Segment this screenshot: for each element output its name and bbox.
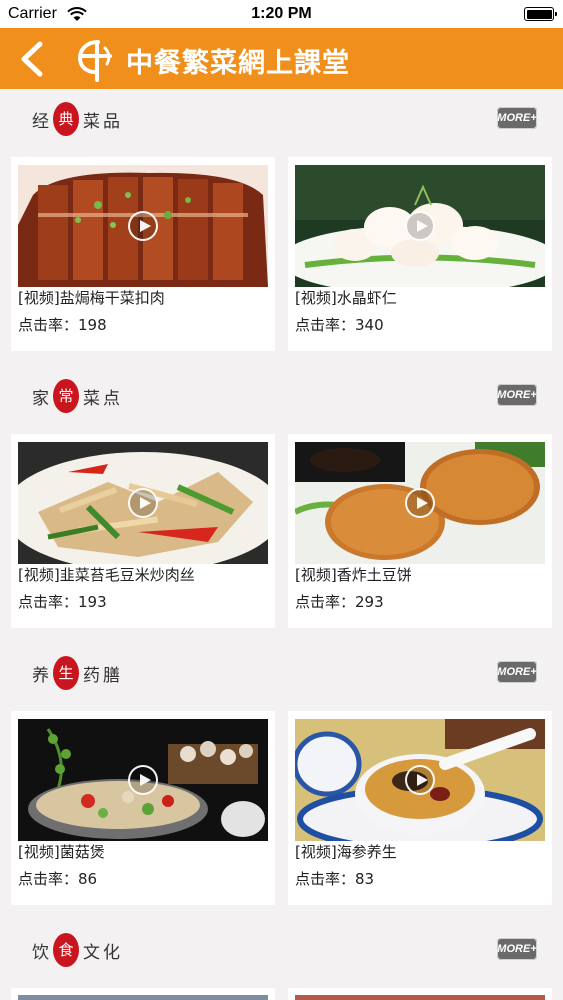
section-title-char: 菜 <box>83 111 100 132</box>
video-card[interactable] <box>11 988 275 1000</box>
nav-bar: 中餐繁菜網上課堂 <box>0 28 563 89</box>
view-count: 点击率：198 <box>18 316 107 334</box>
section-title-highlight: 生 <box>53 656 79 690</box>
video-card[interactable]: [视频]韭菜苔毛豆米炒肉丝 点击率：193 <box>11 434 275 628</box>
video-thumbnail <box>295 995 545 1000</box>
section-title-char: 家 <box>32 388 49 409</box>
video-thumbnail <box>18 995 268 1000</box>
play-icon <box>128 211 158 241</box>
section-title: 养 生 药 膳 <box>32 656 123 690</box>
video-thumbnail <box>18 442 268 564</box>
play-icon <box>405 765 435 795</box>
section-title-highlight: 典 <box>53 102 79 136</box>
logo-icon <box>77 40 112 82</box>
section-title-char: 膳 <box>103 665 120 686</box>
section-title-char: 药 <box>83 665 100 686</box>
section-title-char: 品 <box>103 111 120 132</box>
section-title-char: 点 <box>103 388 120 409</box>
video-card[interactable] <box>288 988 552 1000</box>
more-button[interactable]: MORE+ <box>497 938 537 960</box>
section-header-home: 家 常 菜 点 MORE+ <box>0 366 563 426</box>
video-thumbnail <box>295 442 545 564</box>
view-count: 点击率：293 <box>295 593 384 611</box>
video-thumbnail <box>295 719 545 841</box>
video-card[interactable]: [视频]香炸土豆饼 点击率：293 <box>288 434 552 628</box>
more-button[interactable]: MORE+ <box>497 384 537 406</box>
section-header-classic: 经 典 菜 品 MORE+ <box>0 89 563 149</box>
status-bar: Carrier 1:20 PM <box>0 0 563 28</box>
video-title: [视频]韭菜苔毛豆米炒肉丝 <box>18 566 195 584</box>
play-icon <box>128 488 158 518</box>
section-title-char: 饮 <box>32 942 49 963</box>
section-title-highlight: 常 <box>53 379 79 413</box>
page-title: 中餐繁菜網上課堂 <box>126 48 350 79</box>
clock: 1:20 PM <box>251 5 312 22</box>
section-title-char: 经 <box>32 111 49 132</box>
video-card[interactable]: [视频]盐焗梅干菜扣肉 点击率：198 <box>11 157 275 351</box>
video-card[interactable]: [视频]水晶虾仁 点击率：340 <box>288 157 552 351</box>
video-title: [视频]盐焗梅干菜扣肉 <box>18 289 165 307</box>
section-header-health: 养 生 药 膳 MORE+ <box>0 643 563 703</box>
section-title-char: 化 <box>103 942 120 963</box>
more-button[interactable]: MORE+ <box>497 107 537 129</box>
view-count: 点击率：86 <box>18 870 98 888</box>
section-title: 家 常 菜 点 <box>32 379 123 413</box>
view-count: 点击率：193 <box>18 593 107 611</box>
video-title: [视频]香炸土豆饼 <box>295 566 412 584</box>
video-card[interactable]: [视频]菌菇煲 点击率：86 <box>11 711 275 905</box>
battery-icon <box>524 7 557 21</box>
play-icon <box>128 765 158 795</box>
section-title-char: 养 <box>32 665 49 686</box>
view-count: 点击率：83 <box>295 870 375 888</box>
view-count: 点击率：340 <box>295 316 384 334</box>
video-thumbnail <box>295 165 545 287</box>
section-title: 饮 食 文 化 <box>32 933 123 967</box>
video-title: [视频]海参养生 <box>295 843 397 861</box>
video-card[interactable]: [视频]海参养生 点击率：83 <box>288 711 552 905</box>
section-title-char: 菜 <box>83 388 100 409</box>
back-chevron-icon[interactable] <box>10 36 56 82</box>
play-icon <box>405 488 435 518</box>
section-header-culture: 饮 食 文 化 MORE+ <box>0 920 563 980</box>
section-title: 经 典 菜 品 <box>32 102 123 136</box>
video-title: [视频]水晶虾仁 <box>295 289 397 307</box>
more-button[interactable]: MORE+ <box>497 661 537 683</box>
section-title-highlight: 食 <box>53 933 79 967</box>
video-thumbnail <box>18 165 268 287</box>
play-icon <box>405 211 435 241</box>
video-title: [视频]菌菇煲 <box>18 843 105 861</box>
section-title-char: 文 <box>83 942 100 963</box>
video-thumbnail <box>18 719 268 841</box>
